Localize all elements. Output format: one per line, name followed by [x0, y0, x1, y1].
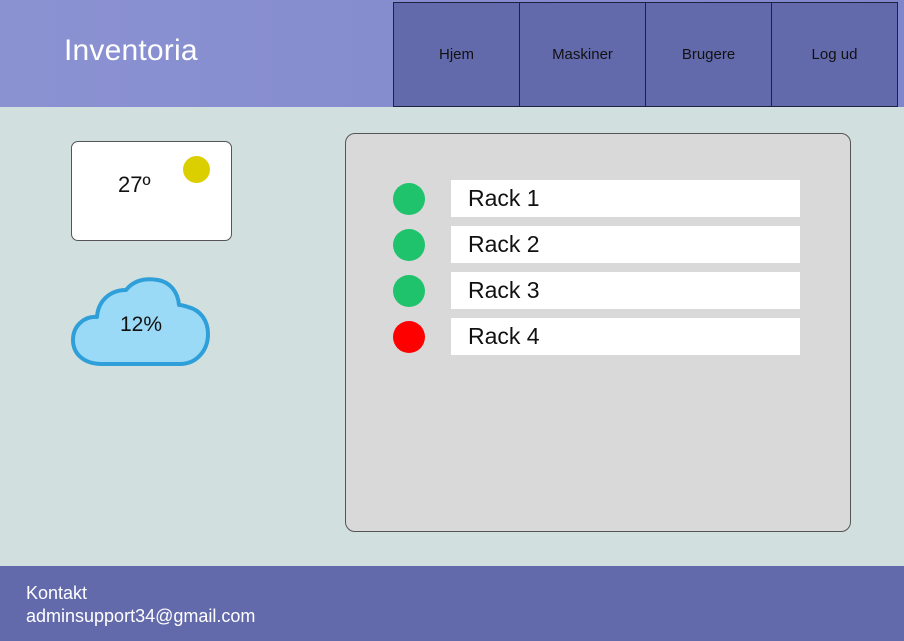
status-indicator-error	[393, 321, 425, 353]
rack-row: Rack 1	[393, 180, 803, 218]
status-indicator-ok	[393, 183, 425, 215]
page: Inventoria Hjem Maskiner Brugere Log ud …	[0, 0, 904, 641]
header: Inventoria Hjem Maskiner Brugere Log ud	[0, 0, 904, 107]
sun-icon	[183, 156, 210, 183]
footer: Kontakt adminsupport34@gmail.com	[0, 566, 904, 641]
contact-label: Kontakt	[26, 583, 88, 603]
precipitation-value: 12%	[120, 313, 163, 336]
rack-panel: Rack 1 Rack 2 Rack 3 Rack 4	[345, 133, 851, 532]
rack-item-4[interactable]: Rack 4	[451, 318, 800, 355]
rack-row: Rack 2	[393, 226, 803, 264]
temperature-value: 27º	[118, 172, 151, 197]
contact-email-link[interactable]: adminsupport34@gmail.com	[26, 606, 255, 627]
rack-row: Rack 3	[393, 272, 803, 310]
status-indicator-ok	[393, 229, 425, 261]
nav-item-maskiner[interactable]: Maskiner	[519, 2, 646, 107]
nav-item-brugere[interactable]: Brugere	[645, 2, 772, 107]
rack-item-1[interactable]: Rack 1	[451, 180, 800, 217]
nav-item-hjem[interactable]: Hjem	[393, 2, 520, 107]
rack-item-3[interactable]: Rack 3	[451, 272, 800, 309]
nav-bar: Hjem Maskiner Brugere Log ud	[393, 2, 898, 107]
precipitation-widget: 12%	[70, 276, 212, 368]
nav-item-log-ud[interactable]: Log ud	[771, 2, 898, 107]
temperature-card: 27º	[71, 141, 232, 241]
brand-logo-text: Inventoria	[64, 34, 198, 67]
rack-item-2[interactable]: Rack 2	[451, 226, 800, 263]
status-indicator-ok	[393, 275, 425, 307]
rack-row: Rack 4	[393, 318, 803, 356]
